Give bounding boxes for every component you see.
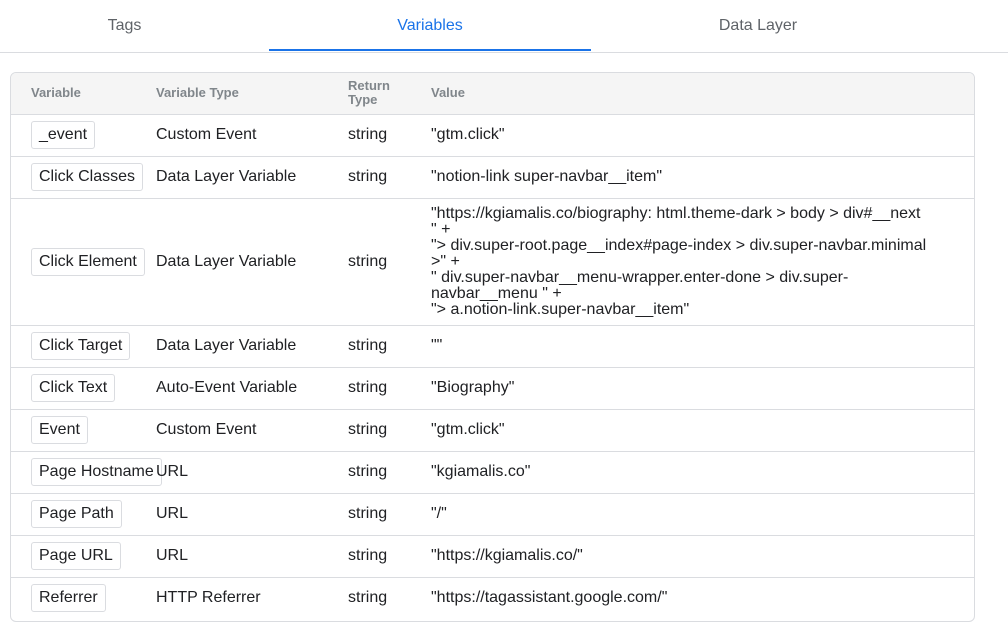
variable-type-cell: Auto-Event Variable	[156, 366, 348, 409]
variable-chip[interactable]: Referrer	[31, 584, 106, 613]
table-row: Click Classes Data Layer Variable string…	[11, 155, 974, 198]
table-row: Page Hostname URL string "kgiamalis.co"	[11, 450, 974, 493]
table-row: Click Target Data Layer Variable string …	[11, 324, 974, 367]
value-cell: "Biography"	[431, 366, 974, 409]
variable-type-cell: HTTP Referrer	[156, 576, 348, 619]
header-value: Value	[431, 85, 465, 101]
tab-tags[interactable]: Tags	[0, 0, 249, 52]
table-row: Page Path URL string "/"	[11, 492, 974, 535]
table-row: Referrer HTTP Referrer string "https://t…	[11, 576, 974, 619]
return-type-cell: string	[348, 534, 431, 577]
variable-type-cell: Data Layer Variable	[156, 155, 348, 198]
variable-chip[interactable]: Event	[31, 416, 88, 444]
variable-cell: Referrer	[11, 576, 156, 619]
variable-chip[interactable]: Page Path	[31, 500, 122, 528]
variable-cell: Click Target	[11, 324, 156, 367]
header-return-type: Return Type	[348, 73, 431, 114]
variable-cell: _event	[11, 113, 156, 156]
table-row: Page URL URL string "https://kgiamalis.c…	[11, 534, 974, 577]
variable-chip[interactable]: _event	[31, 121, 96, 149]
value-cell: ""	[431, 324, 974, 367]
variable-type-cell: Data Layer Variable	[156, 324, 348, 367]
value-cell: "https://kgiamalis.co/biography: html.th…	[431, 197, 974, 325]
return-type-cell: string	[348, 450, 431, 493]
variable-chip[interactable]: Click Text	[31, 374, 116, 402]
return-type-cell: string	[348, 113, 431, 156]
value-line: " div.super-navbar__menu-wrapper.enter-d…	[431, 268, 849, 286]
value-cell: "gtm.click"	[431, 408, 974, 451]
table-row: Click Element Data Layer Variable string…	[11, 197, 974, 325]
active-tab-indicator	[269, 49, 591, 51]
variable-type-cell: Custom Event	[156, 113, 348, 156]
table-header-row: Variable Variable Type Return Type Value	[11, 73, 974, 114]
variable-chip[interactable]: Page Hostname	[31, 458, 162, 486]
value-cell: "kgiamalis.co"	[431, 450, 974, 493]
value-line: " +	[431, 220, 451, 238]
value-cell: "/"	[431, 492, 974, 535]
variable-type-cell: Data Layer Variable	[156, 197, 348, 325]
variable-type-cell: URL	[156, 450, 348, 493]
variable-cell: Page Hostname	[11, 450, 162, 493]
value-line: >" +	[431, 252, 460, 270]
return-type-cell: string	[348, 492, 431, 535]
tab-variables[interactable]: Variables	[269, 0, 591, 52]
header-variable: Variable	[31, 85, 81, 101]
value-cell: "notion-link super-navbar__item"	[431, 155, 974, 198]
value-line: "https://kgiamalis.co/biography: html.th…	[431, 204, 921, 222]
return-type-cell: string	[348, 197, 431, 325]
header-return-type-line2: Type	[348, 92, 378, 108]
table-row: Event Custom Event string "gtm.click"	[11, 408, 974, 451]
table-row: Click Text Auto-Event Variable string "B…	[11, 366, 974, 409]
variable-cell: Click Text	[11, 366, 156, 409]
return-type-cell: string	[348, 366, 431, 409]
variable-chip[interactable]: Click Classes	[31, 163, 144, 191]
header-return-type-line1: Return	[348, 78, 390, 94]
value-line: "> div.super-root.page__index#page-index…	[431, 236, 927, 254]
variables-table: Variable Variable Type Return Type Value…	[11, 73, 974, 619]
variable-cell: Event	[11, 408, 156, 451]
table-row: _event Custom Event string "gtm.click"	[11, 113, 974, 156]
variable-chip[interactable]: Click Target	[31, 332, 131, 360]
variable-type-cell: URL	[156, 534, 348, 577]
variable-type-cell: Custom Event	[156, 408, 348, 451]
variables-table-card: Variable Variable Type Return Type Value…	[10, 72, 975, 622]
variable-type-cell: URL	[156, 492, 348, 535]
return-type-cell: string	[348, 576, 431, 619]
header-variable-type: Variable Type	[156, 85, 239, 101]
variable-cell: Page Path	[11, 492, 156, 535]
variable-cell: Click Classes	[11, 155, 156, 198]
return-type-cell: string	[348, 155, 431, 198]
return-type-cell: string	[348, 408, 431, 451]
value-cell: "https://kgiamalis.co/"	[431, 534, 974, 577]
value-cell: "https://tagassistant.google.com/"	[431, 576, 974, 619]
tab-data-layer[interactable]: Data Layer	[591, 0, 925, 52]
return-type-cell: string	[348, 324, 431, 367]
variable-cell: Click Element	[11, 197, 156, 325]
variable-cell: Page URL	[11, 534, 156, 577]
variable-chip[interactable]: Click Element	[31, 247, 145, 276]
value-line: "> a.notion-link.super-navbar__item"	[431, 300, 690, 318]
variable-chip[interactable]: Page URL	[31, 542, 121, 570]
value-line: navbar__menu " +	[431, 284, 562, 302]
value-cell: "gtm.click"	[431, 113, 974, 156]
tab-bar: Tags Variables Data Layer	[0, 0, 1008, 53]
